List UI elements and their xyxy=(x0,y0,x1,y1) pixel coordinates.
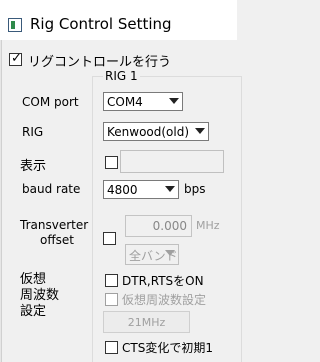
display-checkbox[interactable] xyxy=(105,156,118,169)
virtual-freq-button-label: 21MHz xyxy=(127,316,166,329)
transverter-offset-value: 0.000 xyxy=(152,219,187,233)
rig-select[interactable]: Kenwood(old) xyxy=(103,122,209,141)
baud-rate-value: 4800 xyxy=(107,183,138,197)
enable-rig-control-label: リグコントロールを行う xyxy=(28,55,172,70)
transverter-label: Transverter xyxy=(20,218,89,232)
chevron-down-icon xyxy=(195,128,205,134)
transverter-offset-field[interactable]: 0.000 xyxy=(125,215,192,237)
chevron-down-icon xyxy=(165,186,175,192)
cts-checkbox[interactable] xyxy=(105,341,118,354)
virtual-freq-button[interactable]: 21MHz xyxy=(103,311,190,333)
display-select[interactable] xyxy=(120,150,224,173)
transverter-offset-label: offset xyxy=(40,233,74,247)
baud-rate-label: baud rate xyxy=(22,182,81,196)
window-title: Rig Control Setting xyxy=(30,15,172,33)
enable-rig-control-checkbox[interactable]: ✓ xyxy=(9,51,22,66)
dtr-rts-label: DTR,RTSをON xyxy=(122,274,204,288)
baud-rate-select[interactable]: 4800 xyxy=(103,180,179,199)
rig1-group-caption: RIG 1 xyxy=(103,69,140,83)
virtual-freq-setting-checkbox[interactable] xyxy=(105,293,118,306)
checkmark-icon: ✓ xyxy=(11,51,22,66)
chevron-down-icon xyxy=(165,250,175,256)
display-label: 表示 xyxy=(20,159,47,174)
cts-label: CTS変化で初期1 xyxy=(122,341,213,355)
rig-value: Kenwood(old) xyxy=(107,125,190,139)
transverter-checkbox[interactable] xyxy=(103,232,116,245)
com-port-select[interactable]: COM4 xyxy=(103,92,183,111)
window-border xyxy=(0,40,2,362)
transverter-band-select[interactable]: 全バンド xyxy=(125,244,179,265)
chevron-down-icon xyxy=(169,98,179,104)
transverter-offset-unit: MHz xyxy=(196,219,220,232)
baud-rate-unit: bps xyxy=(184,182,206,196)
com-port-value: COM4 xyxy=(107,95,143,109)
virtual-freq-label-3: 設定 xyxy=(20,304,47,319)
com-port-label: COM port xyxy=(22,95,79,109)
dtr-rts-checkbox[interactable] xyxy=(105,274,118,287)
virtual-freq-setting-label: 仮想周波数設定 xyxy=(122,293,207,307)
rig-label: RIG xyxy=(22,125,44,139)
app-window-icon xyxy=(8,18,22,32)
